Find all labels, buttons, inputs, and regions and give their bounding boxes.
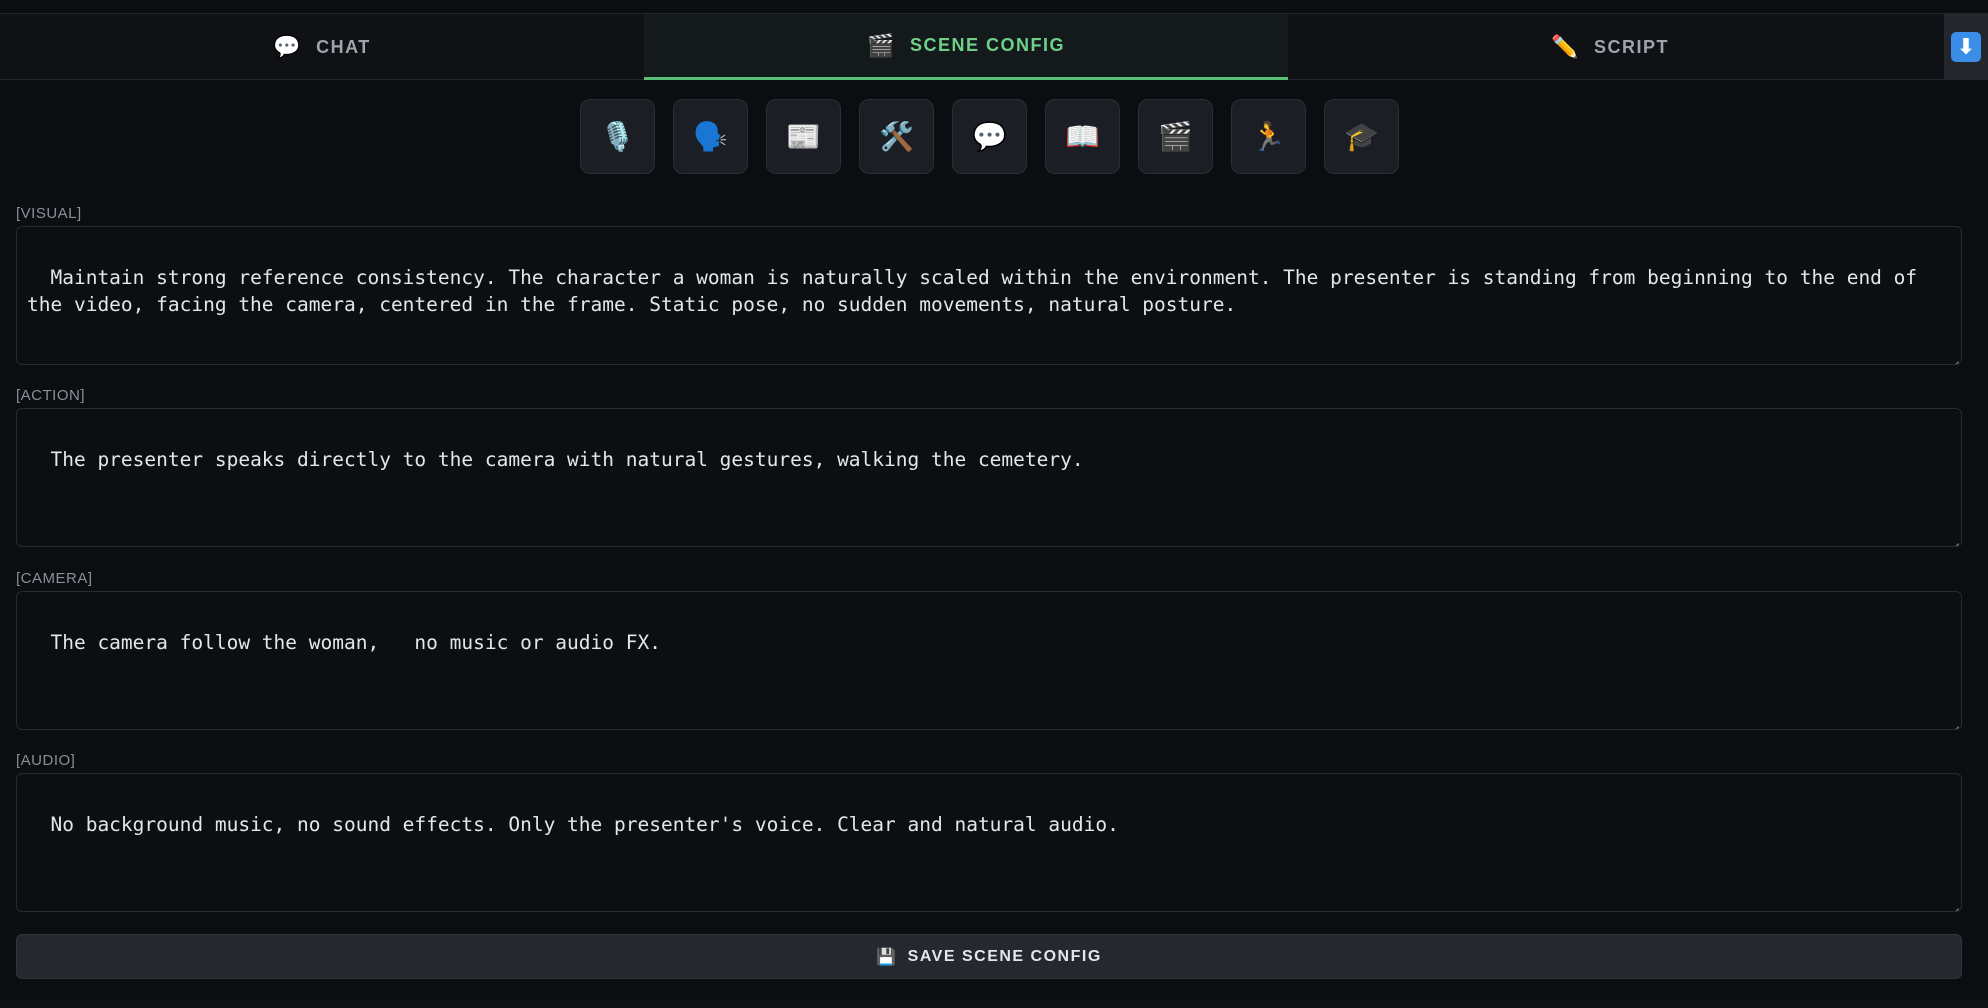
preset-tools-button[interactable]: 🛠️: [859, 99, 934, 174]
download-button[interactable]: ⬇: [1944, 14, 1988, 80]
camera-textarea-value: The camera follow the woman, no music or…: [50, 631, 661, 654]
speech-bubble-icon: 💬: [273, 34, 303, 59]
preset-open-book-button[interactable]: 📖: [1045, 99, 1120, 174]
visual-textarea[interactable]: Maintain strong reference consistency. T…: [16, 226, 1962, 365]
resize-handle[interactable]: [1949, 899, 1959, 909]
action-textarea[interactable]: The presenter speaks directly to the cam…: [16, 408, 1962, 547]
tab-scene-config[interactable]: 🎬 SCENE CONFIG: [644, 14, 1288, 80]
visual-textarea-value: Maintain strong reference consistency. T…: [27, 266, 1929, 316]
runner-icon: 🏃: [1251, 120, 1286, 152]
speaking-head-icon: 🗣️: [693, 120, 728, 152]
resize-handle[interactable]: [1949, 717, 1959, 727]
camera-field-label: [CAMERA]: [16, 570, 93, 587]
preset-toolbar: 🎙️ 🗣️ 📰 🛠️ 💬 📖 🎬 🏃 🎓: [580, 99, 1399, 174]
preset-newspaper-button[interactable]: 📰: [766, 99, 841, 174]
clapper-board-icon: 🎬: [1158, 120, 1193, 152]
tab-chat[interactable]: 💬 CHAT: [0, 14, 644, 80]
window-bottom-edge: [0, 1000, 1988, 1008]
clapper-board-icon: 🎬: [867, 32, 896, 58]
floppy-disk-icon: 💾: [876, 948, 898, 966]
resize-handle[interactable]: [1949, 534, 1959, 544]
preset-runner-button[interactable]: 🏃: [1231, 99, 1306, 174]
window-top-edge: [0, 0, 1988, 14]
tab-chat-label: CHAT: [316, 36, 371, 57]
tab-scene-config-label: SCENE CONFIG: [909, 35, 1065, 55]
speech-bubble-icon: 💬: [972, 120, 1007, 152]
save-scene-config-label: SAVE SCENE CONFIG: [907, 947, 1102, 965]
preset-speech-bubble-button[interactable]: 💬: [952, 99, 1027, 174]
action-field-label: [ACTION]: [16, 387, 86, 404]
audio-textarea-value: No background music, no sound effects. O…: [50, 813, 1119, 836]
preset-graduation-cap-button[interactable]: 🎓: [1324, 99, 1399, 174]
camera-textarea[interactable]: The camera follow the woman, no music or…: [16, 591, 1962, 730]
download-icon: ⬇: [1951, 32, 1981, 62]
tab-bar: 💬 CHAT 🎬 SCENE CONFIG ✏️ SCRIPT ⬇: [0, 14, 1988, 80]
microphone-icon: 🎙️: [600, 120, 635, 152]
graduation-cap-icon: 🎓: [1344, 120, 1379, 152]
resize-handle[interactable]: [1949, 352, 1959, 362]
audio-field-label: [AUDIO]: [16, 752, 76, 769]
preset-speaking-head-button[interactable]: 🗣️: [673, 99, 748, 174]
preset-clapper-board-button[interactable]: 🎬: [1138, 99, 1213, 174]
open-book-icon: 📖: [1065, 120, 1100, 152]
preset-microphone-button[interactable]: 🎙️: [580, 99, 655, 174]
tab-script-label: SCRIPT: [1593, 36, 1669, 57]
tools-icon: 🛠️: [879, 120, 914, 152]
audio-textarea[interactable]: No background music, no sound effects. O…: [16, 773, 1962, 912]
tab-bar-spacer: [1932, 14, 1944, 79]
pencil-icon: ✏️: [1551, 34, 1580, 59]
save-scene-config-button[interactable]: 💾 SAVE SCENE CONFIG: [16, 934, 1962, 979]
newspaper-icon: 📰: [786, 120, 821, 152]
visual-field-label: [VISUAL]: [16, 205, 82, 222]
tab-script[interactable]: ✏️ SCRIPT: [1288, 14, 1932, 80]
action-textarea-value: The presenter speaks directly to the cam…: [50, 448, 1084, 471]
